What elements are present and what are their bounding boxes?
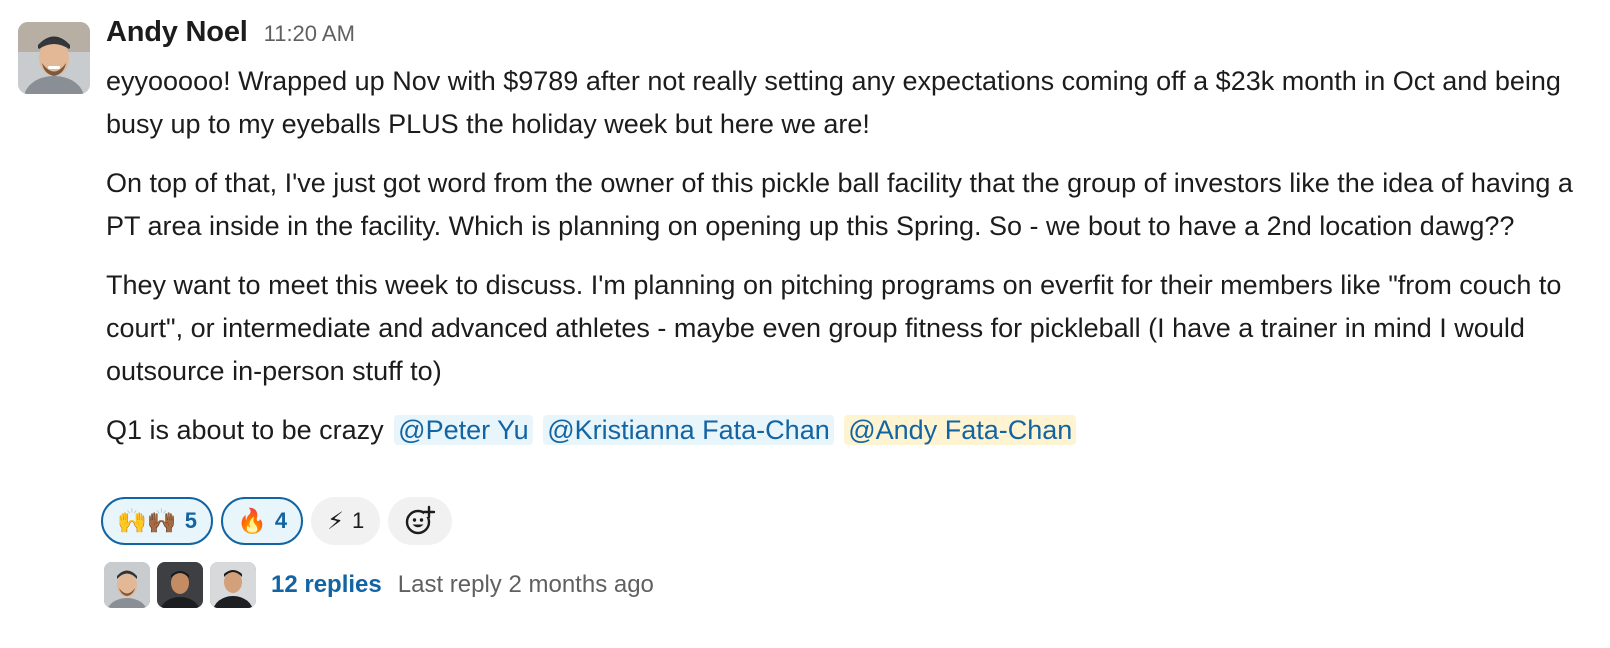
message-paragraph: eyyooooo! Wrapped up Nov with $9789 afte… bbox=[106, 66, 1561, 139]
thread-summary[interactable]: 12 replies Last reply 2 months ago bbox=[104, 562, 654, 608]
reaction-count: 1 bbox=[352, 508, 365, 533]
thread-participant-avatar bbox=[157, 562, 203, 608]
message-content: Andy Noel 11:20 AM eyyooooo! Wrapped up … bbox=[106, 16, 1601, 452]
message: Andy Noel 11:20 AM eyyooooo! Wrapped up … bbox=[0, 0, 1610, 648]
reaction-count: 5 bbox=[184, 508, 198, 533]
reaction-zap[interactable]: ⚡ 1 bbox=[311, 497, 381, 545]
reaction-raised-hands[interactable]: 🙌🙌🏾 5 bbox=[101, 497, 214, 545]
author-avatar-image bbox=[18, 22, 90, 94]
mention-kristianna-fata-chan[interactable]: @Kristianna Fata-Chan bbox=[543, 415, 834, 445]
add-emoji-icon bbox=[406, 505, 436, 535]
message-paragraph: On top of that, I've just got word from … bbox=[106, 168, 1573, 241]
zap-emoji-icon: ⚡ bbox=[327, 507, 345, 535]
fire-emoji-icon: 🔥 bbox=[237, 507, 267, 535]
message-paragraph-with-mentions: Q1 is about to be crazy @Peter Yu @Krist… bbox=[106, 409, 1601, 452]
mention-peter-yu[interactable]: @Peter Yu bbox=[394, 415, 533, 445]
last-reply-text: Last reply 2 months ago bbox=[397, 571, 654, 598]
author-name[interactable]: Andy Noel bbox=[106, 16, 248, 49]
participant-avatar-image bbox=[104, 562, 150, 608]
participant-avatar-image bbox=[157, 562, 203, 608]
participant-avatar-image bbox=[210, 562, 256, 608]
reactions-bar: 🙌🙌🏾 5 🔥 4 ⚡ 1 bbox=[101, 497, 453, 545]
thread-participant-avatar bbox=[210, 562, 256, 608]
replies-link[interactable]: 12 replies bbox=[271, 571, 382, 599]
message-paragraph: They want to meet this week to discuss. … bbox=[106, 270, 1562, 386]
reaction-fire[interactable]: 🔥 4 bbox=[221, 497, 304, 545]
add-reaction-button[interactable] bbox=[388, 497, 453, 545]
message-timestamp[interactable]: 11:20 AM bbox=[264, 21, 355, 47]
mention-andy-fata-chan[interactable]: @Andy Fata-Chan bbox=[844, 415, 1077, 445]
message-text: Q1 is about to be crazy bbox=[106, 415, 384, 445]
message-header: Andy Noel 11:20 AM bbox=[106, 16, 1601, 60]
thread-participant-avatar bbox=[104, 562, 150, 608]
author-avatar[interactable] bbox=[18, 22, 90, 94]
reaction-count: 4 bbox=[274, 508, 288, 533]
raised-hands-emoji-icon: 🙌🙌🏾 bbox=[117, 507, 177, 535]
